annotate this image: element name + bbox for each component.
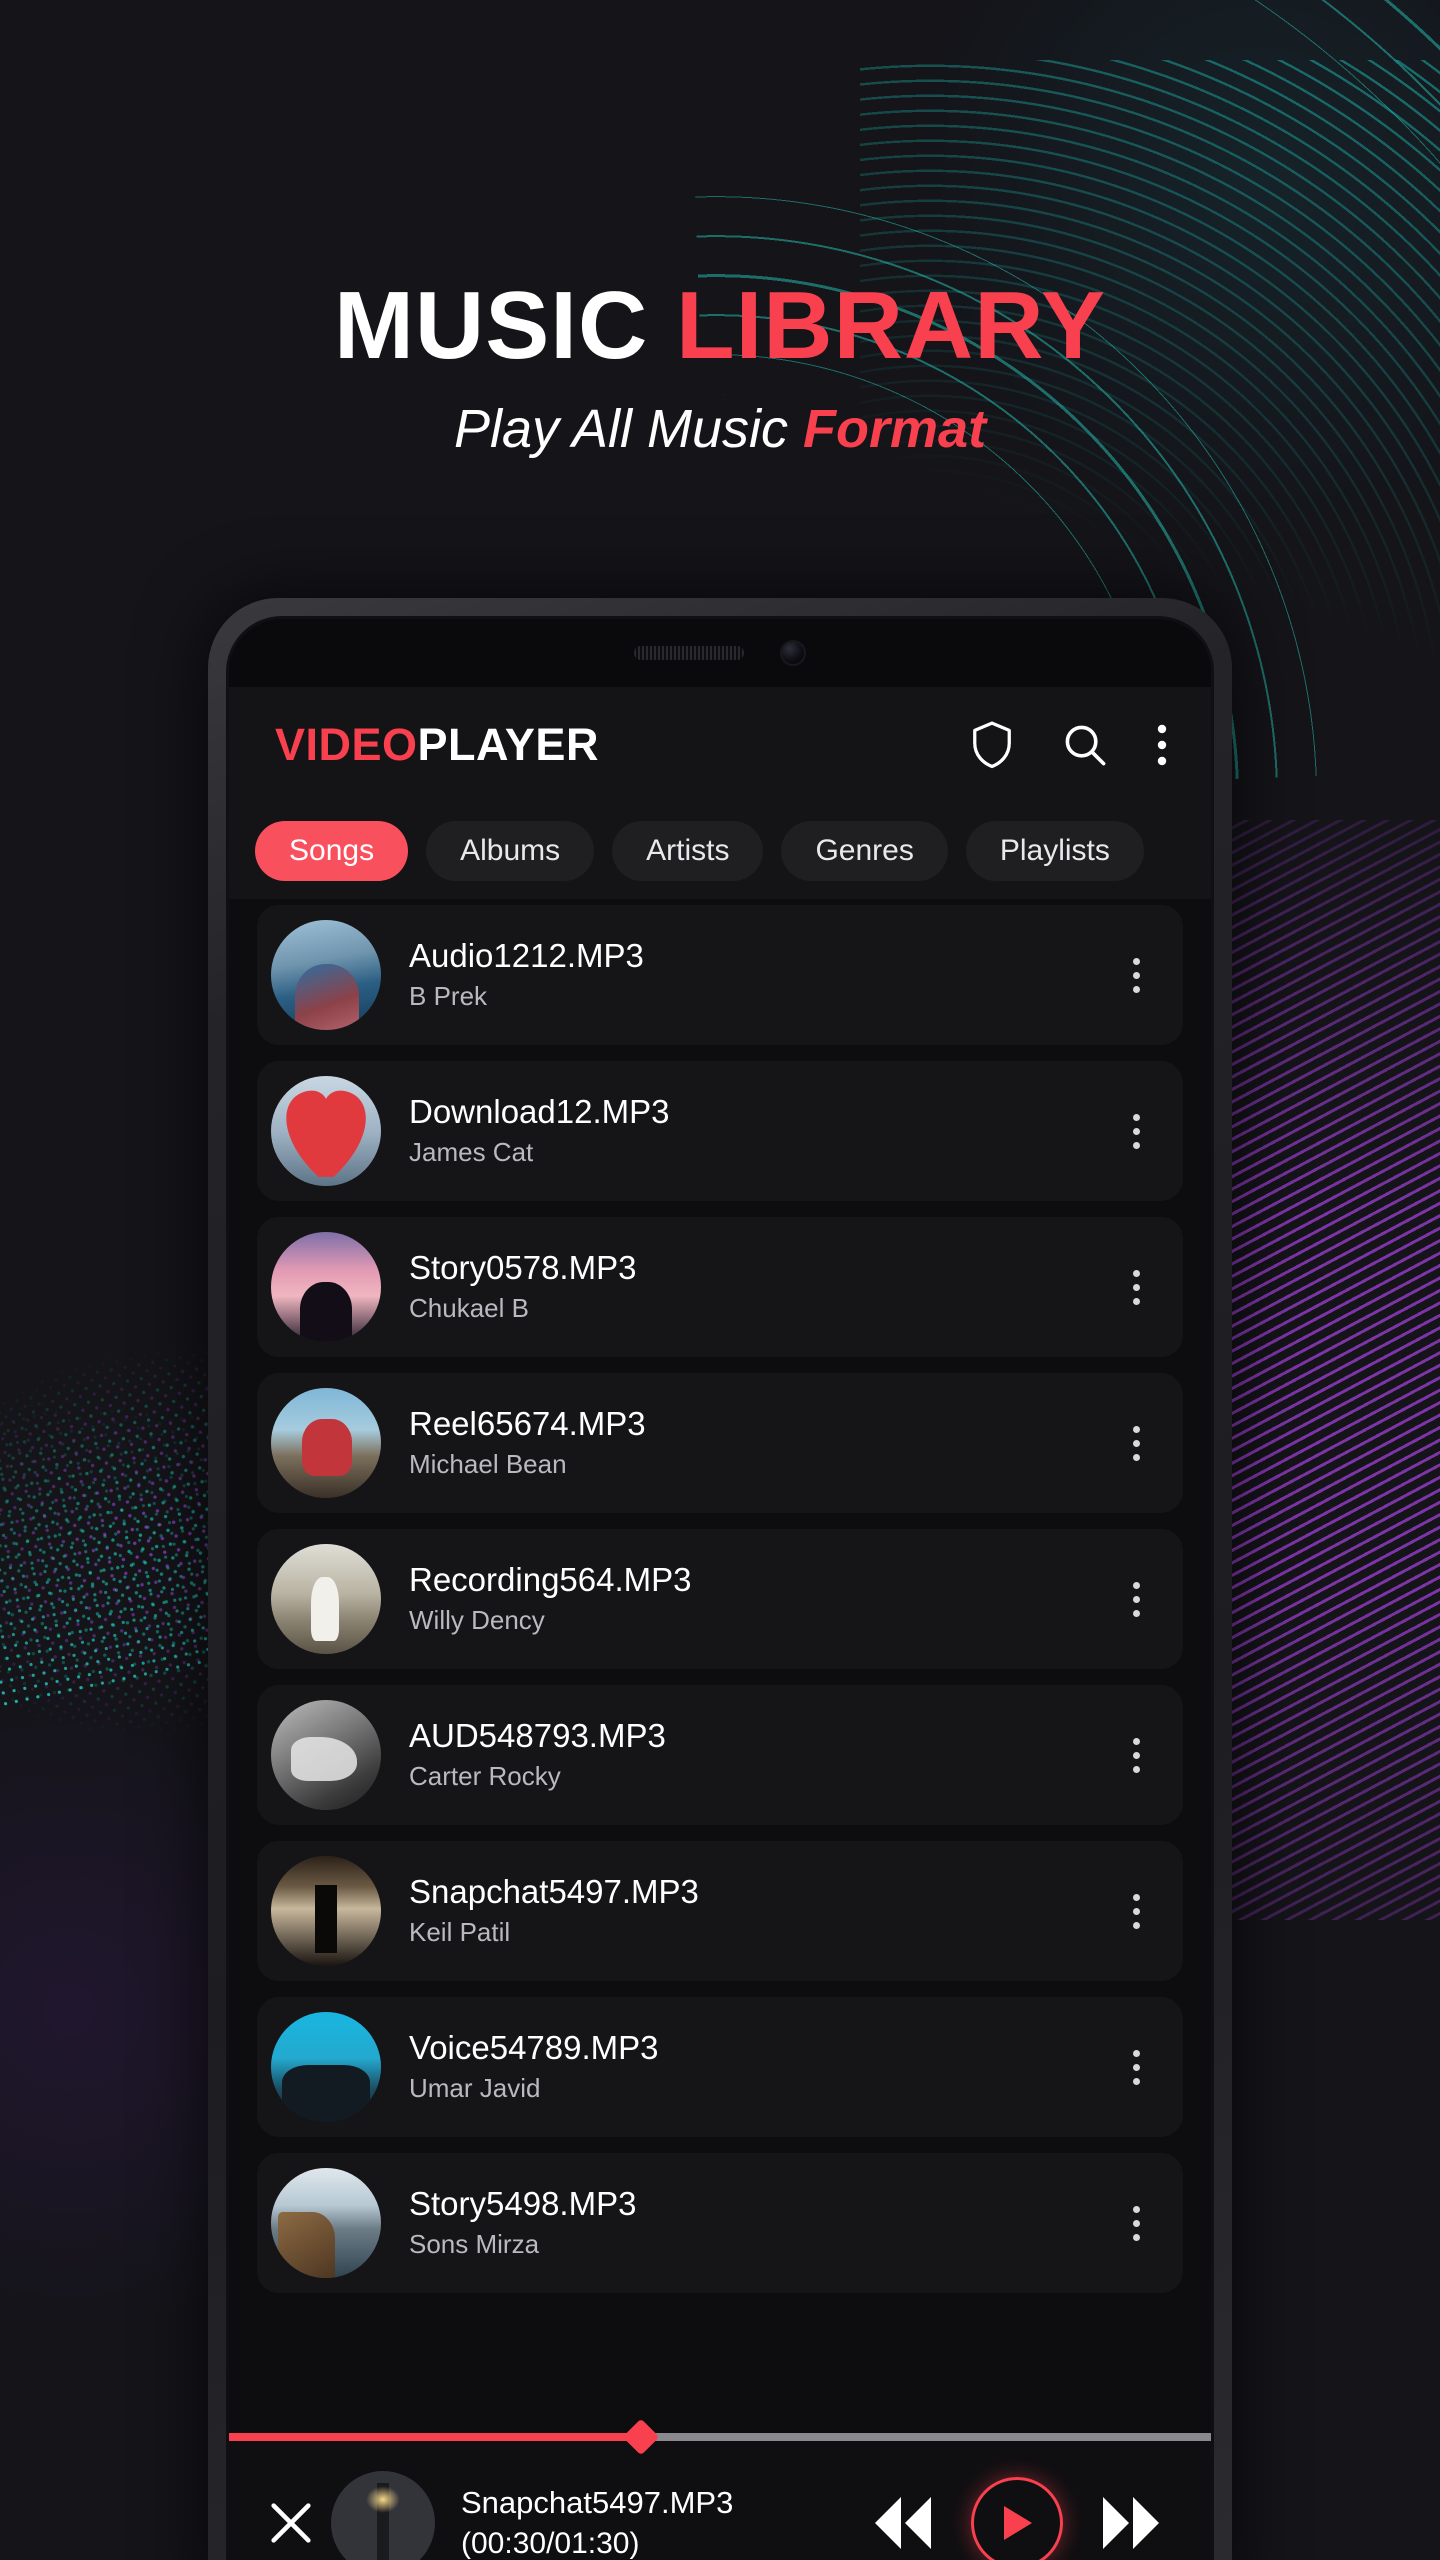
promo-header: MUSIC LIBRARY Play All Music Format: [0, 278, 1440, 460]
song-list[interactable]: Audio1212.MP3 B Prek Download12.MP3 Jame…: [229, 899, 1211, 2433]
song-title: AUD548793.MP3: [409, 1716, 666, 1754]
song-meta: Download12.MP3 James Cat: [381, 1093, 1119, 1170]
song-artist: Sons Mirza: [409, 2228, 540, 2259]
now-playing-time: (00:30/01:30): [461, 2527, 640, 2560]
headline-primary: MUSIC: [333, 272, 676, 379]
close-icon[interactable]: [259, 2497, 323, 2549]
song-title: Story0578.MP3: [409, 1248, 637, 1286]
now-playing-art: [331, 2471, 435, 2560]
progress-fill: [229, 2433, 642, 2441]
album-art: [271, 920, 381, 1030]
tab-artists[interactable]: Artists: [612, 821, 764, 881]
album-art: [271, 1544, 381, 1654]
row-more-icon[interactable]: [1119, 1425, 1165, 1461]
search-icon[interactable]: [1061, 721, 1109, 769]
table-row[interactable]: Recording564.MP3 Willy Dency: [257, 1529, 1183, 1669]
row-more-icon[interactable]: [1119, 1581, 1165, 1617]
mini-player: Snapchat5497.MP3 (00:30/01:30): [229, 2418, 1211, 2560]
song-artist: Michael Bean: [409, 1448, 567, 1479]
song-artist: Carter Rocky: [409, 1760, 561, 1791]
song-meta: Story0578.MP3 Chukael B: [381, 1249, 1119, 1326]
page-subtitle: Play All Music Format: [0, 398, 1440, 460]
tab-songs[interactable]: Songs: [255, 821, 409, 881]
page-title: MUSIC LIBRARY: [0, 278, 1440, 374]
phone-screen-bezel: VIDEOPLAYER Songs Albums Artists Genres …: [226, 616, 1214, 2560]
song-artist: James Cat: [409, 1136, 534, 1167]
subhead-primary: Play All Music: [453, 399, 804, 459]
mini-player-content: Snapchat5497.MP3 (00:30/01:30): [229, 2441, 1211, 2560]
song-title: Snapchat5497.MP3: [409, 1872, 699, 1910]
album-art: [271, 1076, 381, 1186]
table-row[interactable]: Download12.MP3 James Cat: [257, 1061, 1183, 1201]
song-artist: Keil Patil: [409, 1916, 511, 1947]
song-meta: AUD548793.MP3 Carter Rocky: [381, 1717, 1119, 1794]
song-title: Download12.MP3: [409, 1092, 670, 1130]
headline-accent: LIBRARY: [675, 272, 1107, 379]
table-row[interactable]: Audio1212.MP3 B Prek: [257, 905, 1183, 1045]
song-title: Story5498.MP3: [409, 2184, 637, 2222]
subhead-accent: Format: [803, 399, 987, 459]
tab-playlists[interactable]: Playlists: [965, 821, 1144, 881]
song-title: Recording564.MP3: [409, 1560, 692, 1598]
tab-genres[interactable]: Genres: [781, 821, 948, 881]
song-artist: Chukael B: [409, 1292, 529, 1323]
table-row[interactable]: Story0578.MP3 Chukael B: [257, 1217, 1183, 1357]
phone-notch: [505, 619, 935, 687]
app-logo-video: VIDEO: [275, 719, 418, 770]
song-artist: Umar Javid: [409, 2072, 541, 2103]
table-row[interactable]: Reel65674.MP3 Michael Bean: [257, 1373, 1183, 1513]
more-vertical-icon[interactable]: [1155, 721, 1169, 769]
category-tabs: Songs Albums Artists Genres Playlists: [229, 803, 1211, 899]
player-controls: [865, 2477, 1175, 2560]
row-more-icon[interactable]: [1119, 2205, 1165, 2241]
song-title: Audio1212.MP3: [409, 936, 644, 974]
tab-albums[interactable]: Albums: [426, 821, 595, 881]
rewind-icon[interactable]: [865, 2491, 941, 2555]
table-row[interactable]: Snapchat5497.MP3 Keil Patil: [257, 1841, 1183, 1981]
song-artist: B Prek: [409, 980, 488, 1011]
song-meta: Recording564.MP3 Willy Dency: [381, 1561, 1119, 1638]
app-logo: VIDEOPLAYER: [275, 719, 599, 771]
app-screen: VIDEOPLAYER Songs Albums Artists Genres …: [229, 687, 1211, 2560]
album-art: [271, 2168, 381, 2278]
song-title: Reel65674.MP3: [409, 1404, 646, 1442]
table-row[interactable]: Story5498.MP3 Sons Mirza: [257, 2153, 1183, 2293]
row-more-icon[interactable]: [1119, 1893, 1165, 1929]
song-meta: Story5498.MP3 Sons Mirza: [381, 2185, 1119, 2262]
song-meta: Voice54789.MP3 Umar Javid: [381, 2029, 1119, 2106]
fast-forward-icon[interactable]: [1093, 2491, 1169, 2555]
album-art: [271, 1856, 381, 1966]
row-more-icon[interactable]: [1119, 1737, 1165, 1773]
album-art: [271, 1388, 381, 1498]
app-logo-player: PLAYER: [417, 719, 599, 770]
album-art: [271, 1700, 381, 1810]
now-playing-title: Snapchat5497.MP3: [461, 2485, 734, 2520]
album-art: [271, 1232, 381, 1342]
album-art: [271, 2012, 381, 2122]
app-bar: VIDEOPLAYER: [229, 687, 1211, 803]
shield-icon[interactable]: [969, 720, 1015, 770]
now-playing-meta: Snapchat5497.MP3 (00:30/01:30): [435, 2485, 865, 2560]
row-more-icon[interactable]: [1119, 957, 1165, 993]
row-more-icon[interactable]: [1119, 1113, 1165, 1149]
table-row[interactable]: AUD548793.MP3 Carter Rocky: [257, 1685, 1183, 1825]
row-more-icon[interactable]: [1119, 1269, 1165, 1305]
song-artist: Willy Dency: [409, 1604, 545, 1635]
table-row[interactable]: Voice54789.MP3 Umar Javid: [257, 1997, 1183, 2137]
progress-bar[interactable]: [229, 2418, 1211, 2456]
front-camera-icon: [780, 640, 806, 666]
song-meta: Audio1212.MP3 B Prek: [381, 937, 1119, 1014]
song-meta: Snapchat5497.MP3 Keil Patil: [381, 1873, 1119, 1950]
row-more-icon[interactable]: [1119, 2049, 1165, 2085]
phone-mockup: VIDEOPLAYER Songs Albums Artists Genres …: [208, 598, 1232, 2560]
song-title: Voice54789.MP3: [409, 2028, 659, 2066]
play-icon[interactable]: [971, 2477, 1063, 2560]
app-bar-actions: [969, 720, 1169, 770]
song-meta: Reel65674.MP3 Michael Bean: [381, 1405, 1119, 1482]
earpiece-speaker-icon: [634, 646, 744, 660]
